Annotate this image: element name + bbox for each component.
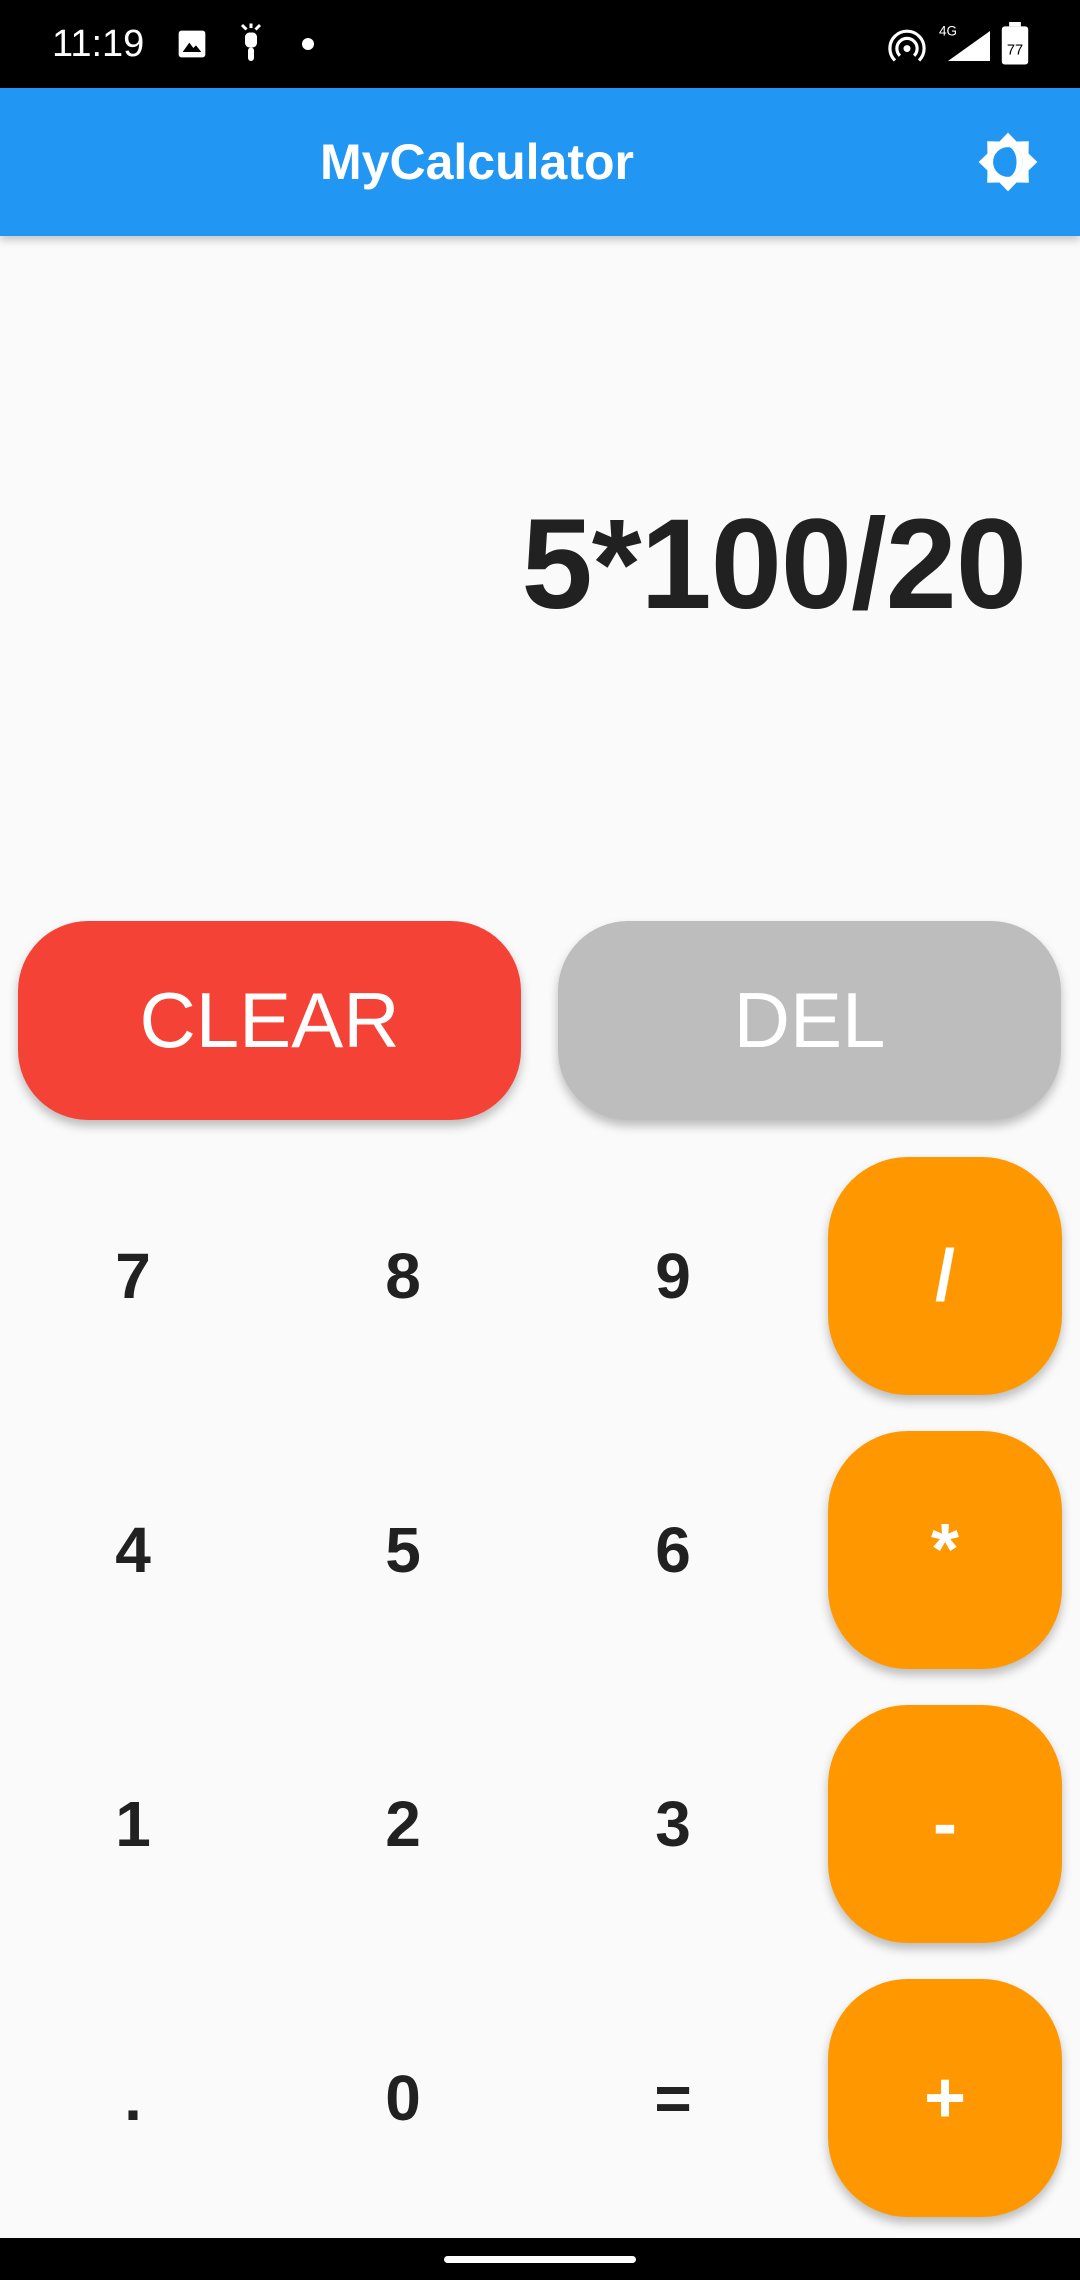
key-4[interactable]: 4 [33, 1450, 233, 1650]
battery-level: 77 [1007, 42, 1023, 58]
key-5[interactable]: 5 [303, 1450, 503, 1650]
decimal-key[interactable]: . [33, 1998, 233, 2198]
brightness-icon[interactable] [976, 130, 1040, 194]
app-title: MyCalculator [320, 134, 634, 190]
key-8[interactable]: 8 [303, 1176, 503, 1376]
app-bar: MyCalculator [0, 88, 1080, 236]
key-0[interactable]: 0 [303, 1998, 503, 2198]
subtract-button[interactable]: - [828, 1705, 1062, 1943]
notification-dot-icon [302, 38, 314, 50]
multiply-button[interactable]: * [828, 1431, 1062, 1669]
expression-display: 5*100/20 [521, 493, 1027, 636]
home-indicator[interactable] [444, 2256, 636, 2263]
battery-icon: 77 [1001, 22, 1029, 65]
key-7[interactable]: 7 [33, 1176, 233, 1376]
navigation-bar [0, 2238, 1080, 2280]
divide-button[interactable]: / [828, 1157, 1062, 1395]
status-time: 11:19 [52, 23, 145, 65]
key-6[interactable]: 6 [573, 1450, 773, 1650]
network-type-label: 4G [939, 24, 957, 39]
key-9[interactable]: 9 [573, 1176, 773, 1376]
key-1[interactable]: 1 [33, 1724, 233, 1924]
equals-key[interactable]: = [573, 1998, 773, 2198]
key-3[interactable]: 3 [573, 1724, 773, 1924]
signal-icon: 4G [939, 24, 990, 61]
key-2[interactable]: 2 [303, 1724, 503, 1924]
status-bar: 11:19 4G 77 [0, 0, 1080, 88]
image-icon [178, 30, 206, 58]
hotspot-icon [888, 29, 926, 62]
clear-button[interactable]: CLEAR [18, 921, 521, 1120]
delete-button[interactable]: DEL [558, 921, 1061, 1120]
add-button[interactable]: + [828, 1979, 1062, 2217]
scooter-icon [240, 23, 262, 61]
